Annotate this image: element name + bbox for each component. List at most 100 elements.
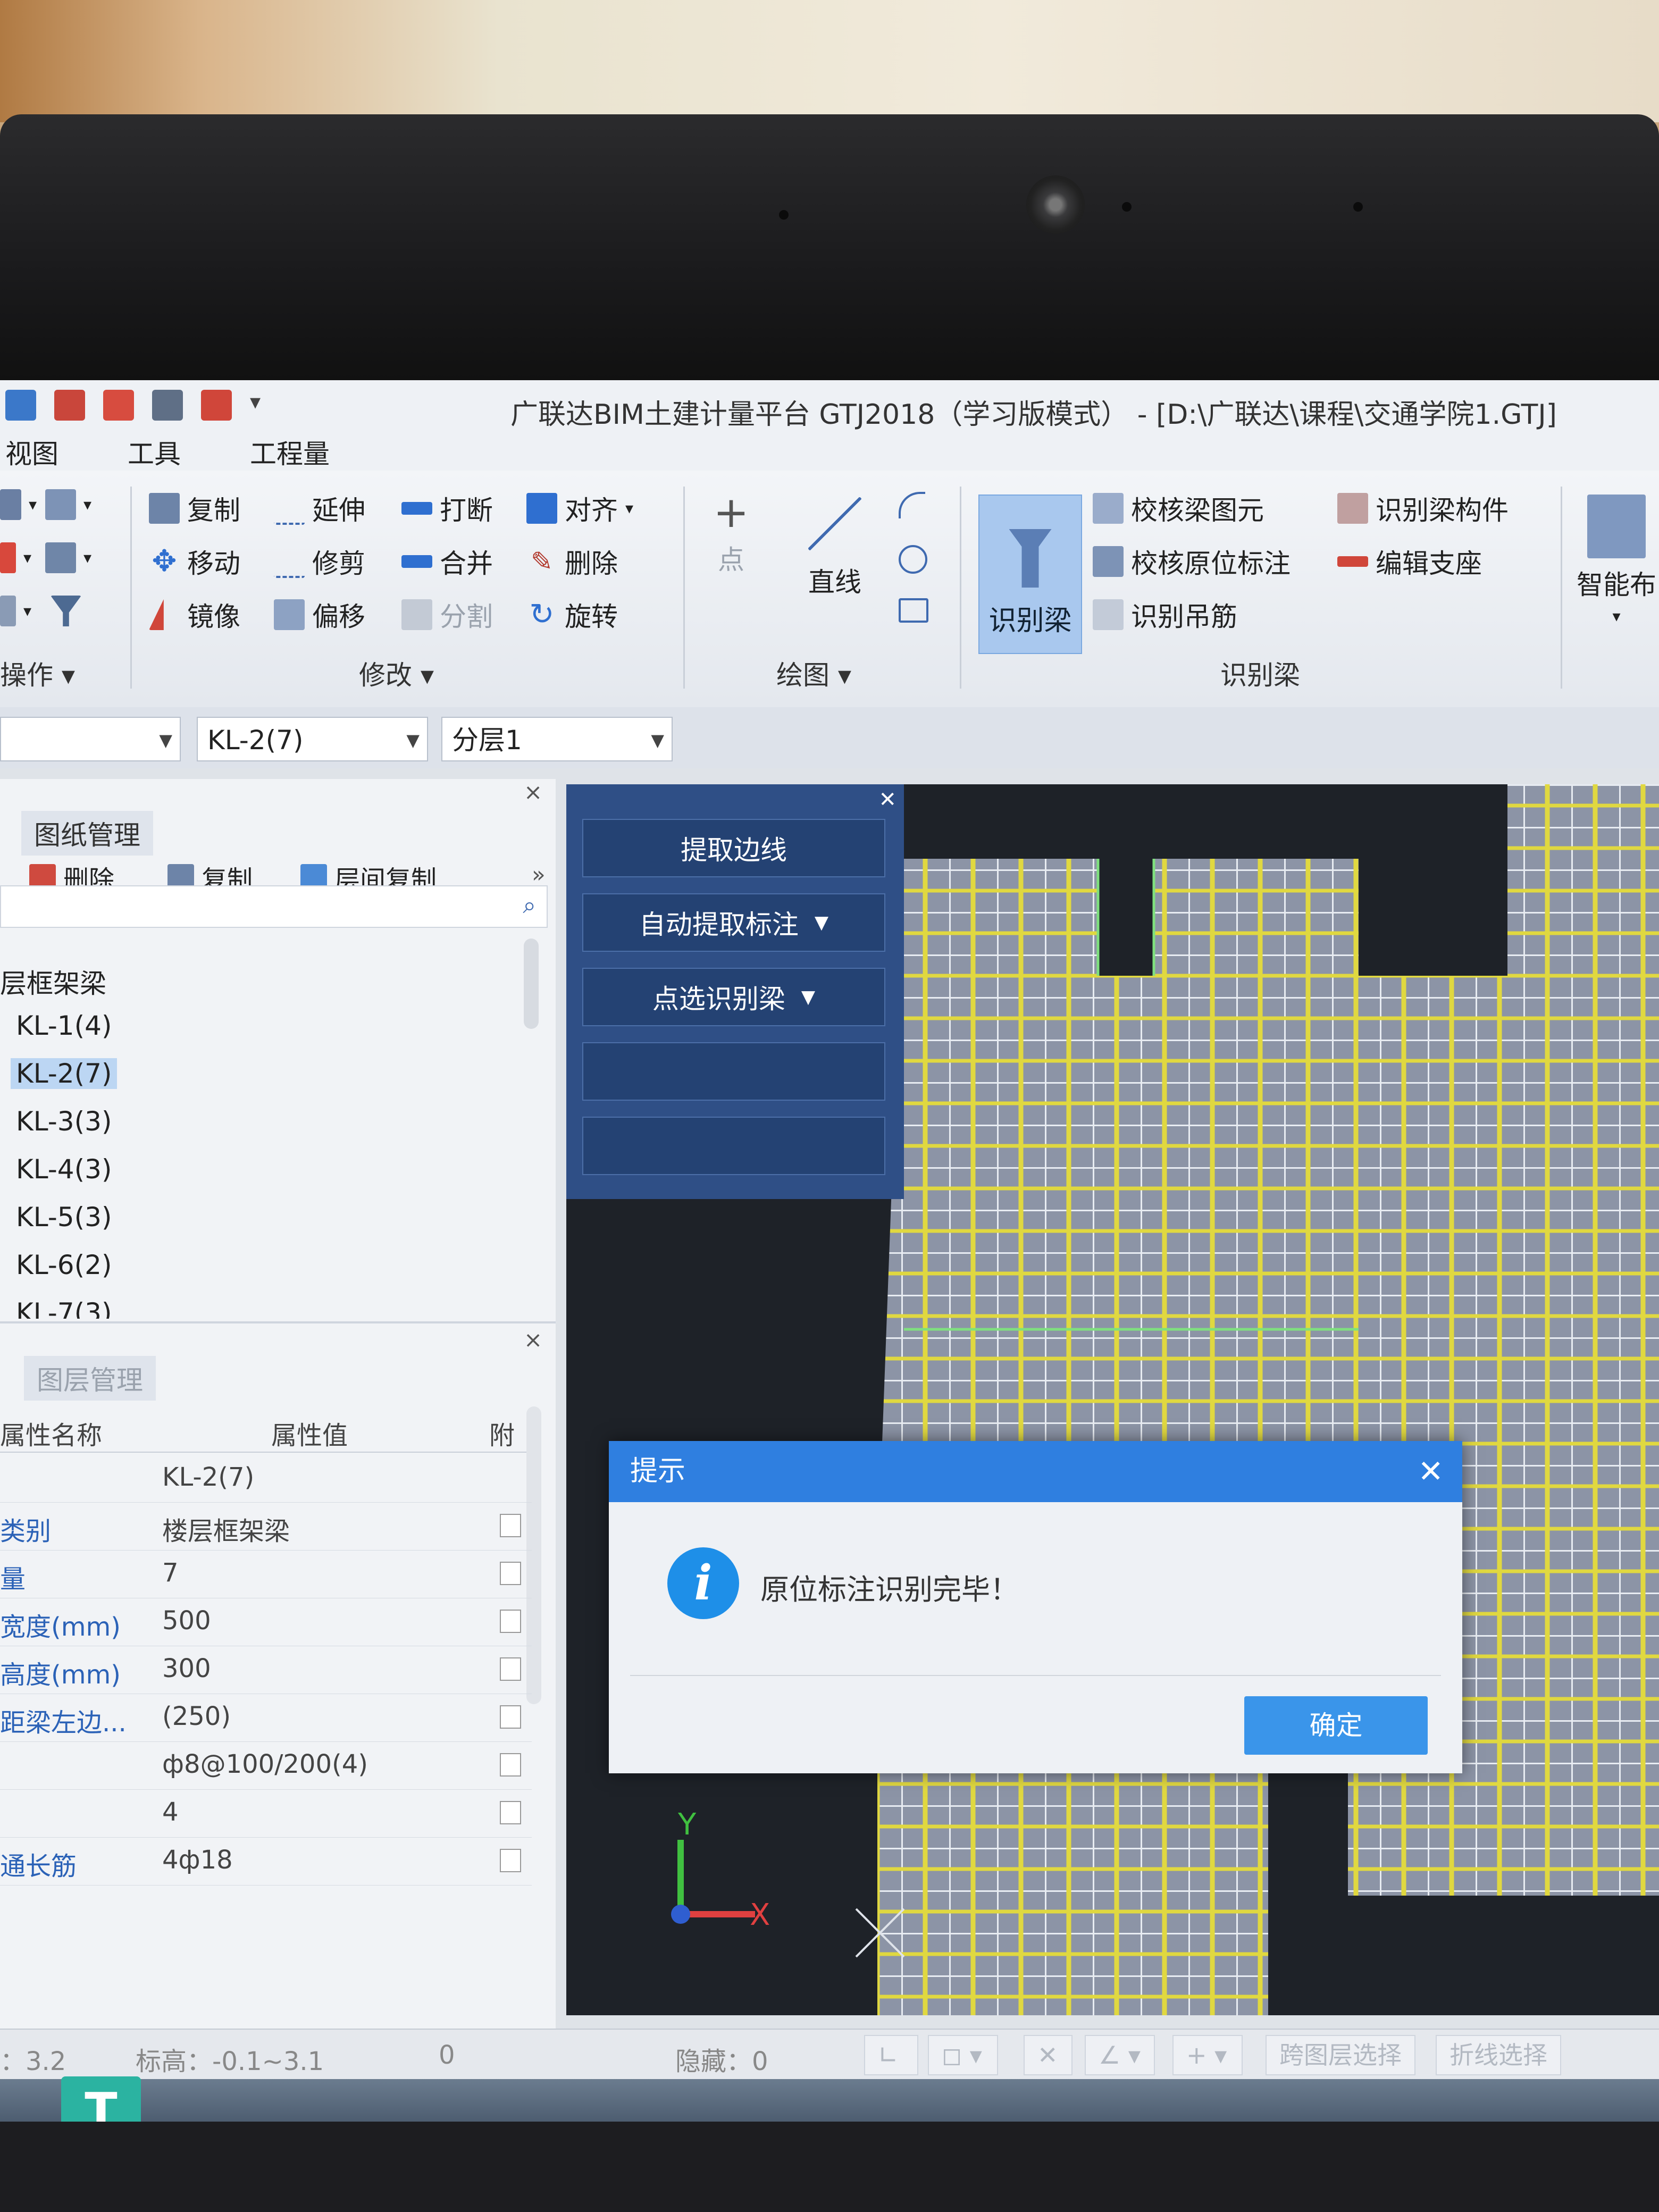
rect-button[interactable] xyxy=(899,598,928,623)
menu-tools[interactable]: 工具 xyxy=(128,433,181,471)
arc-button[interactable] xyxy=(899,492,925,518)
property-value[interactable]: ф8@100/200(4) xyxy=(162,1749,368,1779)
draw-group-label[interactable]: 绘图 ▾ xyxy=(776,654,851,692)
align-button[interactable]: 对齐 ▾ xyxy=(526,489,633,527)
ok-button[interactable]: 确定 xyxy=(1244,1696,1428,1755)
property-value[interactable]: 300 xyxy=(162,1654,211,1683)
attach-checkbox[interactable] xyxy=(500,1753,521,1777)
type-combo[interactable]: ▼ xyxy=(0,717,181,761)
menu-quantity[interactable]: 工程量 xyxy=(250,433,330,471)
tree-item[interactable]: KL-1(4) xyxy=(16,1010,112,1041)
property-value[interactable]: (250) xyxy=(162,1702,231,1731)
ortho-toggle[interactable]: ∟ xyxy=(864,2035,918,2075)
open-icon[interactable] xyxy=(5,390,36,421)
tree-group-frame-beam[interactable]: 层框架梁 xyxy=(0,962,106,1001)
property-row[interactable]: 通长筋 4ф18 xyxy=(0,1837,532,1886)
filter-icon[interactable] xyxy=(51,596,81,626)
attach-checkbox[interactable] xyxy=(500,1610,521,1633)
offset-button[interactable]: 偏移 xyxy=(274,596,365,634)
property-row[interactable]: 量7 xyxy=(0,1550,532,1598)
attach-checkbox[interactable] xyxy=(500,1849,521,1872)
scrollbar[interactable] xyxy=(524,939,539,1029)
angle-toggle[interactable]: ∠ ▾ xyxy=(1085,2035,1155,2075)
property-row[interactable]: 类别 楼层框架梁 xyxy=(0,1502,532,1551)
tab-drawing-management[interactable]: 图纸管理 xyxy=(21,811,153,856)
property-value[interactable]: 楼层框架梁 xyxy=(162,1510,290,1547)
extend-button[interactable]: 延伸 xyxy=(274,489,365,527)
ops-button-1[interactable]: ▾ xyxy=(0,489,37,520)
extract-edge-button[interactable]: 提取边线 xyxy=(582,819,885,877)
ops-button-4[interactable]: ▾ xyxy=(45,542,91,573)
property-value[interactable]: 4ф18 xyxy=(162,1845,233,1875)
ops-button-3[interactable]: ▾ xyxy=(0,542,31,573)
trim-button[interactable]: 修剪 xyxy=(274,542,365,581)
float-panel-button-4[interactable] xyxy=(582,1042,885,1101)
mirror-button[interactable]: 镜像 xyxy=(149,596,240,634)
property-row[interactable]: ф8@100/200(4) xyxy=(0,1741,532,1790)
edit-support-button[interactable]: 编辑支座 xyxy=(1337,542,1482,581)
attach-checkbox[interactable] xyxy=(500,1562,521,1585)
save-icon[interactable] xyxy=(54,390,85,421)
offset-toggle[interactable]: + ▾ xyxy=(1172,2035,1243,2075)
merge-button[interactable]: 合并 xyxy=(401,542,493,581)
point-button[interactable]: + 点 xyxy=(705,491,758,577)
modify-group-label[interactable]: 修改 ▾ xyxy=(359,654,434,692)
tree-item[interactable]: KL-6(2) xyxy=(16,1250,112,1280)
layer-combo[interactable]: 分层1 ▼ xyxy=(441,717,673,761)
cross-layer-select-button[interactable]: 跨图层选择 xyxy=(1266,2035,1415,2075)
attach-checkbox[interactable] xyxy=(500,1657,521,1681)
close-icon[interactable]: ✕ xyxy=(1418,1441,1444,1502)
pick-recognize-beam-button[interactable]: 点选识别梁 ▼ xyxy=(582,968,885,1026)
property-row[interactable]: 高度(mm) 300 xyxy=(0,1646,532,1694)
ops-button-2[interactable]: ▾ xyxy=(45,489,91,520)
property-row[interactable]: KL-2(7) xyxy=(0,1454,532,1503)
tree-item[interactable]: KL-7(3) xyxy=(16,1297,112,1319)
check-inplace-annotation-button[interactable]: 校核原位标注 xyxy=(1093,542,1291,581)
recognize-beam-member-button[interactable]: 识别梁构件 xyxy=(1337,489,1509,527)
attach-checkbox[interactable] xyxy=(500,1514,521,1537)
tree-item[interactable]: KL-3(3) xyxy=(16,1106,112,1137)
cross-toggle[interactable]: ✕ xyxy=(1024,2035,1073,2075)
close-icon[interactable]: × xyxy=(524,1327,542,1353)
snap-toggle[interactable]: ◻ ▾ xyxy=(928,2035,998,2075)
taskbar-app-gtj[interactable]: T xyxy=(61,2076,141,2122)
move-button[interactable]: ✥ 移动 xyxy=(149,542,240,581)
split-button[interactable]: 分割 xyxy=(401,596,493,634)
tree-item-selected[interactable]: KL-2(7) xyxy=(11,1058,118,1089)
break-button[interactable]: 打断 xyxy=(401,489,493,527)
copy-button[interactable]: 复制 xyxy=(149,489,240,527)
circle-button[interactable] xyxy=(899,545,927,574)
pen-icon[interactable] xyxy=(103,390,134,421)
tree-item[interactable]: KL-4(3) xyxy=(16,1154,112,1185)
search-input[interactable]: ⌕ xyxy=(0,885,548,928)
property-value[interactable]: 500 xyxy=(162,1606,211,1636)
tab-layer-management[interactable]: 图层管理 xyxy=(24,1356,156,1401)
recognize-hanger-button[interactable]: 识别吊筋 xyxy=(1093,596,1237,634)
property-value[interactable]: KL-2(7) xyxy=(162,1462,254,1492)
delete-button[interactable]: ✎ 删除 xyxy=(526,542,618,581)
property-value[interactable]: 7 xyxy=(162,1558,179,1588)
search-icon[interactable]: ⌕ xyxy=(523,892,536,919)
smart-layout-button[interactable]: 智能布 ▾ xyxy=(1577,495,1656,626)
property-row[interactable]: 4 xyxy=(0,1789,532,1838)
recognize-beam-button[interactable]: 识别梁 xyxy=(978,495,1082,654)
export-icon[interactable] xyxy=(201,390,232,421)
property-row[interactable]: 距梁左边... (250) xyxy=(0,1694,532,1742)
ops-button-5[interactable]: ▾ xyxy=(0,596,31,626)
dropdown-arrow-icon[interactable]: ▾ xyxy=(250,390,266,421)
tree-item[interactable]: KL-5(3) xyxy=(16,1202,112,1233)
grid-icon[interactable] xyxy=(152,390,183,421)
float-panel-button-5[interactable] xyxy=(582,1117,885,1175)
close-icon[interactable]: ✕ xyxy=(878,787,896,812)
property-row[interactable]: 宽度(mm) 500 xyxy=(0,1598,532,1646)
attach-checkbox[interactable] xyxy=(500,1801,521,1824)
element-combo[interactable]: KL-2(7) ▼ xyxy=(197,717,428,761)
check-beam-elements-button[interactable]: 校核梁图元 xyxy=(1093,489,1264,527)
more-icon[interactable]: » xyxy=(532,861,546,887)
close-icon[interactable]: × xyxy=(524,779,542,805)
attach-checkbox[interactable] xyxy=(500,1705,521,1729)
menu-view[interactable]: 视图 xyxy=(5,433,58,471)
line-button[interactable]: 直线 xyxy=(808,497,861,599)
cad-viewport[interactable]: Y X ✕ 提取边线 自动提取标注 ▼ 点选识别梁 ▼ xyxy=(566,784,1659,2015)
polyline-select-button[interactable]: 折线选择 xyxy=(1436,2035,1561,2075)
